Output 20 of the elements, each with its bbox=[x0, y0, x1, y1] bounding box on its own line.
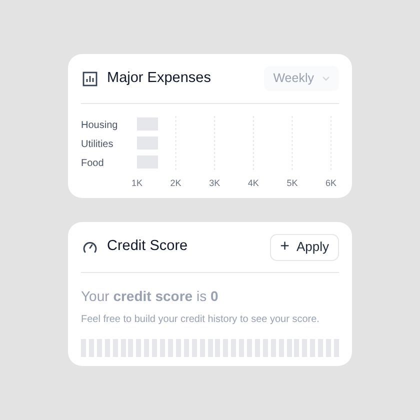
axis-tick-label: 3K bbox=[209, 178, 220, 188]
axis-tick-label: 4K bbox=[248, 178, 259, 188]
score-text: Your credit score is 0 bbox=[81, 287, 220, 306]
axis-tick-label: 5K bbox=[286, 178, 298, 188]
skeleton-bar bbox=[137, 118, 158, 130]
bar-chart-icon bbox=[82, 70, 98, 86]
gauge-icon bbox=[82, 240, 98, 254]
chevron-down-icon bbox=[322, 76, 330, 81]
category-label: Housing bbox=[81, 120, 118, 131]
apply-button[interactable]: + Apply bbox=[270, 234, 339, 260]
card-title: Credit Score bbox=[107, 237, 188, 256]
skeleton-bar bbox=[137, 156, 158, 168]
skeleton-bar bbox=[137, 136, 158, 150]
axis-tick-label: 1K bbox=[132, 178, 142, 188]
axis-tick-label: 6K bbox=[326, 178, 336, 188]
hint-text: Feel free to build your credit history to see your score. bbox=[81, 313, 320, 327]
axis-tick-label: 2K bbox=[170, 178, 182, 188]
card-title: Major Expenses bbox=[107, 68, 211, 88]
category-label: Food bbox=[81, 158, 104, 169]
category-label: Utilities bbox=[81, 139, 114, 150]
